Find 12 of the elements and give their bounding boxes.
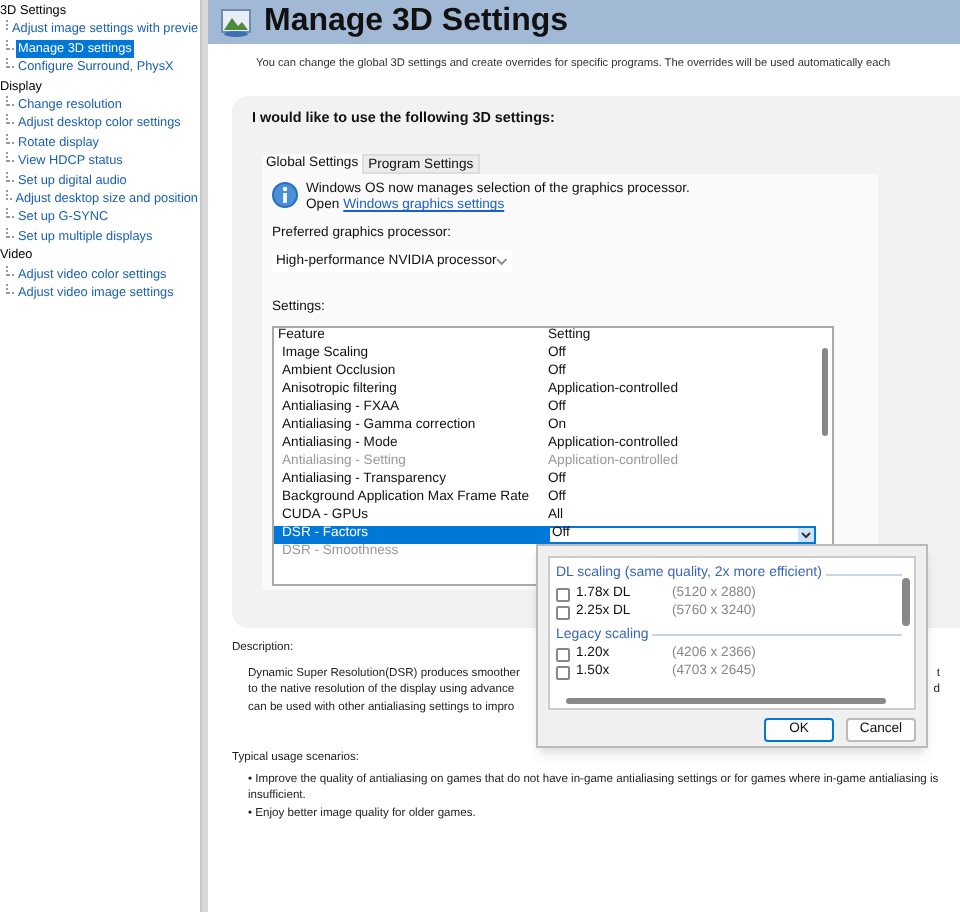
page-title: Manage 3D Settings <box>264 2 569 42</box>
checkbox[interactable] <box>556 605 570 619</box>
chevron-icon <box>496 257 508 266</box>
checkbox[interactable] <box>556 666 570 680</box>
vertical-scrollbar[interactable] <box>902 578 910 626</box>
checkbox[interactable] <box>556 648 570 662</box>
info-icon <box>272 182 298 211</box>
chevron-icon <box>798 527 814 542</box>
app-icon <box>220 6 252 38</box>
scrollbar-thumb[interactable] <box>821 347 827 436</box>
horizontal-scrollbar[interactable] <box>566 698 886 704</box>
checkbox[interactable] <box>556 587 570 601</box>
